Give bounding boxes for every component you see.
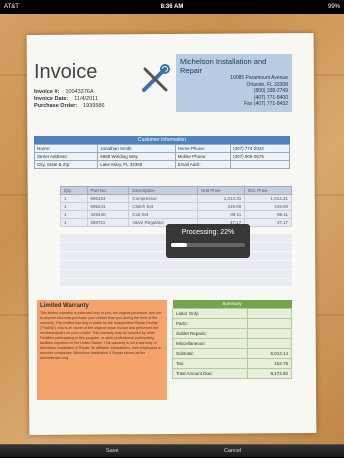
summary-table: Summary Labor Only: Parts: Sublet Repair… xyxy=(172,300,292,379)
customer-info-header: Customer Information xyxy=(34,136,290,144)
warranty-box: Limited Warranty This limited warranty i… xyxy=(37,300,167,400)
status-bar: AT&T 8:36 AM 99% xyxy=(0,0,344,14)
table-row: Labor Only: xyxy=(172,307,292,319)
cancel-button[interactable]: Cancel xyxy=(224,445,241,458)
progress-fill xyxy=(171,243,188,247)
progress-track xyxy=(171,243,245,247)
table-row: 1 595241 Clutch Set 419.00 419.00 xyxy=(60,202,292,211)
table-row: Sublet Repairs: xyxy=(172,327,292,339)
processing-dialog: Processing: 22% xyxy=(166,224,250,258)
invoice-meta: Invoice #: 10043376A Invoice Date: 11/4/20… xyxy=(34,89,105,110)
table-row: Parts: xyxy=(172,317,292,329)
table-row: Street Address: 6985 Winding Way Mobile P… xyxy=(33,152,290,161)
warranty-title: Limited Warranty xyxy=(40,303,89,309)
warranty-body: This limited warranty is extended only t… xyxy=(40,311,162,360)
invoice-title: Invoice xyxy=(34,61,98,83)
invoice-date: Invoice Date: 11/4/2011 xyxy=(34,96,98,102)
save-button[interactable]: Save xyxy=(106,445,119,458)
battery-indicator: 99% xyxy=(327,4,340,10)
table-row: Total Amount Due: 8,174.92 xyxy=(172,367,292,379)
table-row: Subtotal: 8,012.14 xyxy=(172,347,292,359)
invoice-number: Invoice #: 10043376A xyxy=(34,89,94,95)
summary-header: Summary xyxy=(172,300,292,308)
company-info: Michelson Installation and Repair 10085 … xyxy=(176,54,292,112)
table-row: 1 595104 Compressor 1,014.31 1,014.31 xyxy=(60,194,292,203)
table-row: Tax: 162.78 xyxy=(172,357,292,369)
table-row: City, State & Zip: Lake Mary, FL 32365 Em… xyxy=(33,160,290,169)
bottom-toolbar: Save Cancel xyxy=(0,444,344,457)
table-row: 1 329440 Coil Set 89.11 89.11 xyxy=(60,210,292,219)
wrench-screwdriver-icon xyxy=(142,64,170,92)
processing-text: Processing: 22% xyxy=(181,229,235,236)
clock: 8:36 AM xyxy=(160,4,184,10)
customer-info-table: Name: Jonathan Smith Home Phone: (407) 774… xyxy=(33,144,290,169)
table-row: Name: Jonathan Smith Home Phone: (407) 774… xyxy=(33,144,290,153)
items-header-row: Qty. Part No. Description Unit Price Ext. … xyxy=(60,186,292,195)
company-fax: Fax (407) 771-8432 xyxy=(244,101,288,107)
table-row: Miscellaneous: xyxy=(172,337,292,349)
company-name: Michelson Installation and Repair xyxy=(180,57,267,75)
items-table: Qty. Part No. Description Unit Price Ext. … xyxy=(60,186,292,227)
purchase-order: Purchase Order: 1939586 xyxy=(34,103,105,109)
